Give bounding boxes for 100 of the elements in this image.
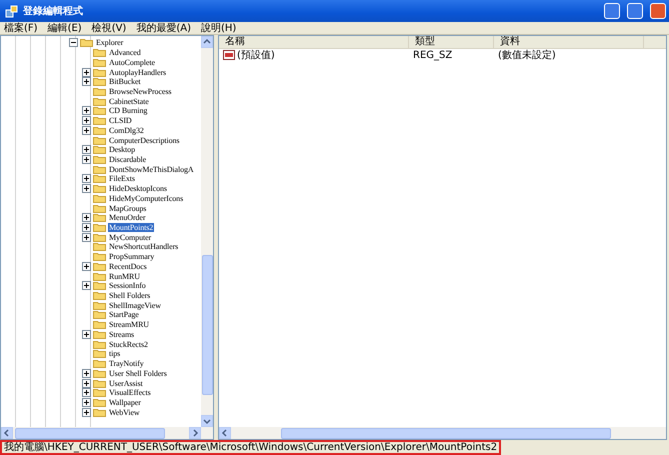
- menu-item[interactable]: 編輯(E): [48, 21, 82, 35]
- folder-icon: [93, 77, 106, 86]
- minimize-button[interactable]: [604, 3, 620, 19]
- folder-icon: [93, 68, 106, 77]
- folder-icon: [93, 359, 106, 368]
- expand-icon[interactable]: [82, 330, 91, 339]
- tree-item[interactable]: NewShortcutHandlers: [108, 242, 180, 252]
- expand-icon[interactable]: [82, 77, 91, 86]
- tree-item[interactable]: StreamMRU: [108, 320, 150, 330]
- folder-icon: [93, 340, 106, 349]
- tree-item[interactable]: Shell Folders: [108, 291, 152, 300]
- tree-item[interactable]: RecentDocs: [108, 262, 148, 271]
- folder-icon: [93, 320, 106, 330]
- expand-icon[interactable]: [82, 368, 91, 378]
- status-path: 我的電腦\HKEY_CURRENT_USER\Software\Microsoft\Windows\CurrentVersion\Explorer\MountPoints2: [0, 440, 502, 455]
- menu-item[interactable]: 我的最愛(A): [136, 21, 191, 35]
- tree-item[interactable]: StartPage: [108, 310, 140, 320]
- menu-item[interactable]: 檔案(F): [4, 21, 38, 35]
- tree-item[interactable]: tips: [108, 349, 122, 358]
- menu-item[interactable]: 說明(H): [201, 21, 236, 35]
- close-button[interactable]: [650, 3, 666, 19]
- tree-item[interactable]: Desktop: [108, 145, 136, 154]
- tree-item[interactable]: ComputerDescriptions: [108, 136, 180, 145]
- tree-item[interactable]: HideMyComputerIcons: [108, 194, 184, 203]
- expand-icon[interactable]: [82, 174, 91, 184]
- expand-icon[interactable]: [82, 232, 91, 242]
- folder-icon: [93, 96, 106, 106]
- expand-icon[interactable]: [82, 116, 91, 126]
- folder-icon: [93, 272, 106, 281]
- tree-item[interactable]: UserAssist: [108, 378, 144, 388]
- column-header[interactable]: 名稱: [219, 36, 409, 48]
- folder-icon: [93, 310, 106, 320]
- menu-item[interactable]: 檢視(V): [92, 21, 126, 35]
- expand-icon[interactable]: [82, 262, 91, 271]
- tree-item[interactable]: WebView: [108, 408, 141, 417]
- folder-icon: [93, 184, 106, 194]
- folder-icon: [93, 368, 106, 378]
- tree-item[interactable]: TrayNotify: [108, 359, 145, 368]
- folder-icon: [93, 232, 106, 242]
- horizontal-scrollbar[interactable]: [1, 427, 213, 439]
- string-value-icon: [223, 50, 235, 60]
- folder-icon: [80, 38, 93, 48]
- tree-item[interactable]: AutoplayHandlers: [108, 68, 168, 77]
- value-name[interactable]: (預設值): [237, 48, 275, 62]
- folder-icon: [93, 126, 106, 135]
- expand-icon[interactable]: [82, 223, 91, 232]
- tree-item[interactable]: ComDlg32: [108, 126, 145, 135]
- tree-item[interactable]: MyComputer: [108, 232, 152, 242]
- expand-icon[interactable]: [82, 106, 91, 116]
- tree-item[interactable]: User Shell Folders: [108, 368, 168, 378]
- tree-item[interactable]: BrowseNewProcess: [108, 86, 172, 96]
- tree-item[interactable]: AutoComplete: [108, 58, 156, 67]
- expand-icon[interactable]: [82, 126, 91, 135]
- tree-item[interactable]: Wallpaper: [108, 398, 142, 407]
- tree-item[interactable]: DontShowMeThisDialogA: [108, 164, 195, 174]
- expand-icon[interactable]: [82, 398, 91, 407]
- tree-item[interactable]: ShellImageView: [108, 300, 162, 310]
- tree-item[interactable]: CLSID: [108, 116, 133, 126]
- tree-item[interactable]: Streams: [108, 330, 136, 339]
- tree-item[interactable]: StuckRects2: [108, 340, 149, 349]
- column-header[interactable]: 類型: [409, 36, 494, 48]
- folder-icon: [93, 116, 106, 126]
- expand-icon[interactable]: [82, 184, 91, 194]
- folder-icon: [93, 58, 106, 67]
- maximize-button[interactable]: [627, 3, 643, 19]
- tree-item[interactable]: MapGroups: [108, 204, 148, 213]
- tree-item[interactable]: MountPoints2: [108, 223, 154, 232]
- vertical-scrollbar[interactable]: [201, 36, 213, 427]
- tree-item[interactable]: VisualEffects: [108, 388, 152, 398]
- expand-icon[interactable]: [82, 68, 91, 77]
- tree-item[interactable]: SessionInfo: [108, 281, 147, 290]
- tree-item[interactable]: Advanced: [108, 48, 142, 58]
- folder-icon: [93, 242, 106, 252]
- horizontal-scrollbar[interactable]: [219, 427, 666, 439]
- tree-item[interactable]: Explorer: [95, 38, 124, 48]
- tree-item[interactable]: FileExts: [108, 174, 136, 184]
- expand-icon[interactable]: [82, 145, 91, 154]
- expand-icon[interactable]: [82, 378, 91, 388]
- collapse-icon[interactable]: [69, 38, 78, 48]
- folder-icon: [93, 252, 106, 262]
- expand-icon[interactable]: [82, 388, 91, 398]
- tree-item[interactable]: RunMRU: [108, 272, 141, 281]
- expand-icon[interactable]: [82, 154, 91, 164]
- tree-item[interactable]: HideDesktopIcons: [108, 184, 168, 194]
- tree-item[interactable]: CabinetState: [108, 96, 150, 106]
- value-type: REG_SZ: [413, 50, 452, 60]
- tree-item[interactable]: PropSummary: [108, 252, 156, 262]
- folder-icon: [93, 154, 106, 164]
- expand-icon[interactable]: [82, 281, 91, 290]
- column-header[interactable]: 資料: [494, 36, 644, 48]
- folder-icon: [93, 349, 106, 358]
- tree-item[interactable]: BitBucket: [108, 77, 142, 86]
- expand-icon[interactable]: [82, 408, 91, 417]
- folder-icon: [93, 300, 106, 310]
- expand-icon[interactable]: [82, 213, 91, 222]
- folder-icon: [93, 213, 106, 222]
- folder-icon: [93, 330, 106, 339]
- tree-item[interactable]: Discardable: [108, 154, 148, 164]
- tree-item[interactable]: CD Burning: [108, 106, 148, 116]
- tree-item[interactable]: MenuOrder: [108, 213, 146, 222]
